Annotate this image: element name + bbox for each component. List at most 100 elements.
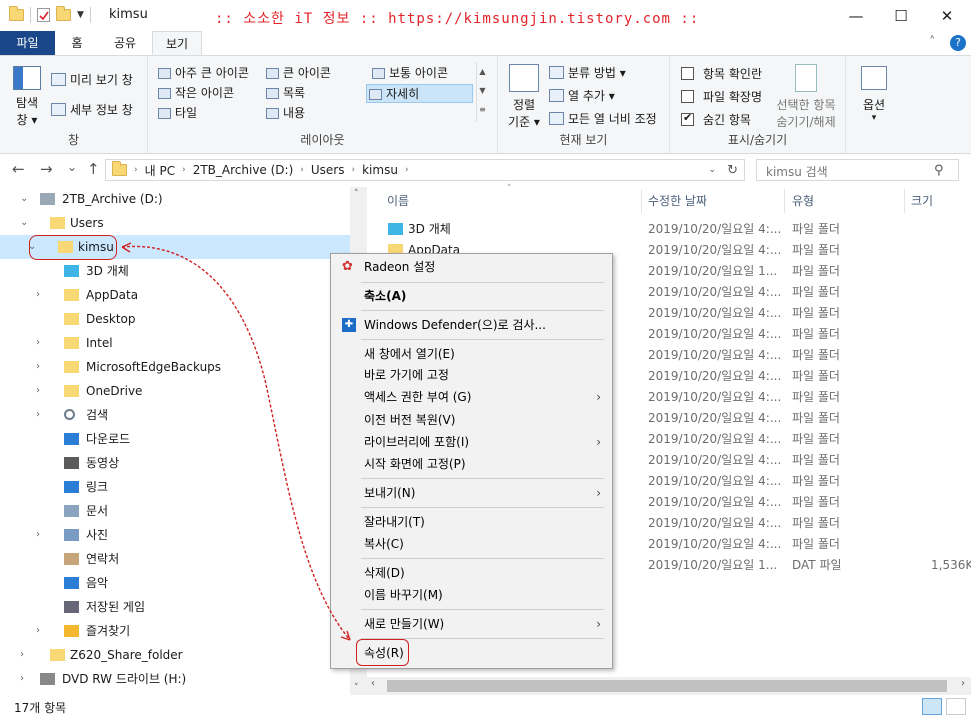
- column-header-name[interactable]: 이름: [387, 187, 409, 215]
- column-header-date[interactable]: 수정한 날짜: [648, 187, 707, 215]
- recent-locations-icon[interactable]: ⌄: [67, 160, 77, 174]
- nav-tree-item[interactable]: ⌄ Users: [0, 211, 350, 235]
- column-header-type[interactable]: 유형: [792, 187, 814, 215]
- layout-extra-large-icons[interactable]: 아주 큰 아이콘: [156, 64, 249, 83]
- nav-tree-item[interactable]: 연락처: [0, 547, 350, 571]
- scroll-down-icon[interactable]: ˅: [354, 683, 359, 693]
- nav-tree-item[interactable]: › OneDrive: [0, 379, 350, 403]
- scroll-thumb[interactable]: [387, 680, 947, 692]
- preview-pane-button[interactable]: 미리 보기 창: [51, 71, 133, 88]
- menu-item-delete[interactable]: 삭제(D): [334, 562, 609, 584]
- maximize-button[interactable]: ☐: [878, 0, 924, 31]
- column-divider[interactable]: [784, 189, 785, 213]
- expand-chevron-icon[interactable]: ⌄: [20, 211, 28, 235]
- breadcrumb-drive[interactable]: 2TB_Archive (D:): [193, 163, 294, 177]
- menu-item-new[interactable]: 새로 만들기(W) ›: [334, 613, 609, 635]
- nav-tree-item[interactable]: ⌄ 2TB_Archive (D:): [0, 187, 350, 211]
- hide-selected-button[interactable]: 선택한 항목 숨기기/해제: [770, 64, 842, 130]
- menu-item-defender-scan[interactable]: ✚ Windows Defender(으)로 검사...: [334, 314, 609, 336]
- layout-large-icons[interactable]: 큰 아이콘: [264, 64, 331, 83]
- nav-tree-item[interactable]: › Intel: [0, 331, 350, 355]
- expand-chevron-icon[interactable]: ›: [36, 355, 40, 379]
- file-extensions-toggle[interactable]: 파일 확장명: [681, 88, 762, 105]
- nav-tree-item[interactable]: 저장된 게임: [0, 595, 350, 619]
- expand-chevron-icon[interactable]: ⌄: [20, 187, 28, 211]
- refresh-button[interactable]: ↻: [727, 163, 738, 178]
- nav-tree-item[interactable]: › 즐겨찾기: [0, 619, 350, 643]
- nav-tree-item[interactable]: › 검색: [0, 403, 350, 427]
- search-icon[interactable]: ⚲: [934, 163, 944, 178]
- layout-list[interactable]: 목록: [264, 84, 305, 103]
- expand-chevron-icon[interactable]: ›: [36, 523, 40, 547]
- menu-item-grant-access[interactable]: 액세스 권한 부여 (G) ›: [334, 386, 609, 408]
- navigation-pane-button[interactable]: 탐색 창 ▾: [10, 66, 44, 127]
- fit-columns-button[interactable]: 모든 열 너비 조정: [549, 110, 657, 127]
- layout-medium-icons[interactable]: 보통 아이콘: [370, 64, 448, 83]
- nav-tree-item[interactable]: › 사진: [0, 523, 350, 547]
- menu-item-rename[interactable]: 이름 바꾸기(M): [334, 584, 609, 606]
- expand-chevron-icon[interactable]: ›: [36, 331, 40, 355]
- scroll-left-icon[interactable]: ‹: [371, 678, 375, 689]
- item-checkboxes-toggle[interactable]: 항목 확인란: [681, 65, 762, 82]
- large-icons-view-icon[interactable]: [946, 698, 966, 715]
- layout-small-icons[interactable]: 작은 아이콘: [156, 84, 234, 103]
- nav-tree-item[interactable]: 음악: [0, 571, 350, 595]
- collapse-ribbon-icon[interactable]: ˄: [929, 35, 936, 50]
- sort-by-button[interactable]: 정렬 기준 ▾: [504, 64, 544, 130]
- nav-tree-item[interactable]: › DVD RW 드라이브 (H:): [0, 667, 350, 691]
- menu-item-restore-previous[interactable]: 이전 버전 복원(V): [334, 409, 609, 431]
- address-dropdown-icon[interactable]: ⌄: [708, 165, 716, 175]
- properties-checkmark-icon[interactable]: [37, 8, 50, 22]
- breadcrumb-this-pc[interactable]: 내 PC: [145, 162, 175, 179]
- nav-tree-item[interactable]: 동영상: [0, 451, 350, 475]
- breadcrumb-kimsu[interactable]: kimsu: [362, 163, 398, 177]
- nav-tree-item[interactable]: 3D 개체: [0, 259, 350, 283]
- menu-item-pin-quick-access[interactable]: 바로 가기에 고정: [334, 364, 609, 386]
- table-row[interactable]: 3D 개체 2019/10/20/일요일 4:... 파일 폴더: [367, 219, 971, 240]
- qat-dropdown-icon[interactable]: ▼: [77, 10, 84, 20]
- layout-content[interactable]: 내용: [264, 104, 305, 123]
- forward-button[interactable]: →: [40, 160, 53, 178]
- nav-tree-item[interactable]: 다운로드: [0, 427, 350, 451]
- menu-item-collapse[interactable]: 축소(A): [334, 285, 609, 307]
- menu-item-include-library[interactable]: 라이브러리에 포함(I) ›: [334, 431, 609, 453]
- nav-tree-item[interactable]: › MicrosoftEdgeBackups: [0, 355, 350, 379]
- column-divider[interactable]: [904, 189, 905, 213]
- group-by-button[interactable]: 분류 방법 ▾: [549, 64, 626, 81]
- hidden-items-toggle[interactable]: 숨긴 항목: [681, 111, 751, 128]
- menu-item-pin-start[interactable]: 시작 화면에 고정(P): [334, 453, 609, 475]
- layout-details[interactable]: 자세히: [366, 84, 473, 103]
- tab-home[interactable]: 홈: [60, 31, 94, 55]
- menu-item-send-to[interactable]: 보내기(N) ›: [334, 482, 609, 504]
- close-button[interactable]: ✕: [924, 0, 970, 31]
- expand-chevron-icon[interactable]: ›: [20, 643, 24, 667]
- expand-chevron-icon[interactable]: ›: [36, 379, 40, 403]
- scroll-right-icon[interactable]: ›: [961, 678, 965, 689]
- expand-chevron-icon[interactable]: ›: [36, 619, 40, 643]
- column-divider[interactable]: [641, 189, 642, 213]
- nav-tree-item[interactable]: Desktop: [0, 307, 350, 331]
- back-button[interactable]: ←: [12, 160, 25, 178]
- tab-file[interactable]: 파일: [0, 31, 55, 55]
- address-field[interactable]: › 내 PC › 2TB_Archive (D:) › Users › kims…: [105, 159, 745, 181]
- nav-tree-item[interactable]: › AppData: [0, 283, 350, 307]
- expand-chevron-icon[interactable]: ›: [20, 667, 24, 691]
- details-pane-button[interactable]: 세부 정보 창: [51, 101, 133, 118]
- breadcrumb-users[interactable]: Users: [311, 163, 345, 177]
- up-button[interactable]: ↑: [87, 160, 100, 178]
- layout-tiles[interactable]: 타일: [156, 104, 197, 123]
- menu-item-cut[interactable]: 잘라내기(T): [334, 511, 609, 533]
- new-folder-icon[interactable]: [56, 6, 71, 21]
- options-button[interactable]: 옵션 ▾: [852, 66, 896, 123]
- menu-item-open-new-window[interactable]: 새 창에서 열기(E): [334, 343, 609, 365]
- nav-tree-item[interactable]: 문서: [0, 499, 350, 523]
- details-view-icon[interactable]: [922, 698, 942, 715]
- expand-chevron-icon[interactable]: ›: [36, 403, 40, 427]
- menu-item-radeon-settings[interactable]: ✿ Radeon 설정: [334, 256, 609, 278]
- menu-item-copy[interactable]: 복사(C): [334, 533, 609, 555]
- gallery-scroll[interactable]: ▲ ▼ ≡: [476, 62, 488, 122]
- expand-chevron-icon[interactable]: ›: [36, 283, 40, 307]
- search-input[interactable]: kimsu 검색: [756, 159, 959, 181]
- nav-tree-item[interactable]: › Z620_Share_folder: [0, 643, 350, 667]
- column-header-size[interactable]: 크기: [911, 187, 933, 215]
